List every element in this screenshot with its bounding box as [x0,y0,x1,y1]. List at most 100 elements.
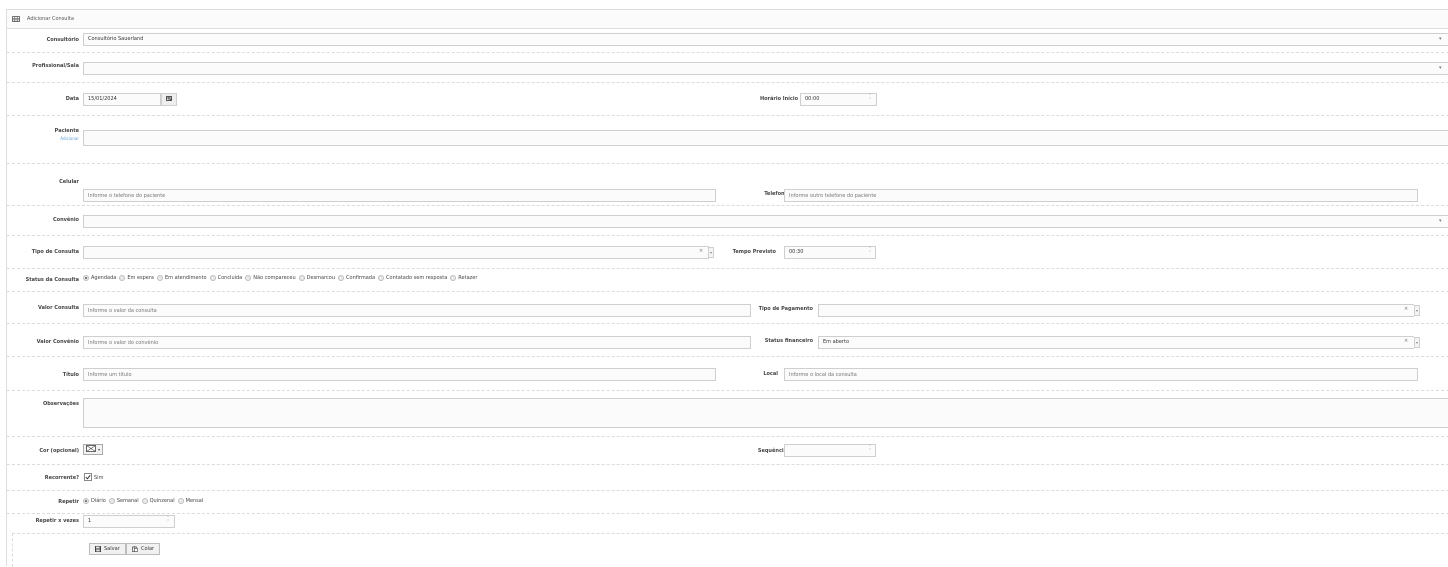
chevron-down-icon: ▾ [1439,218,1442,224]
add-consultation-panel: Adicionar Consulta Consultório Consultór… [6,9,1448,567]
tipo-pagamento-label: Tipo de Pagamento [758,306,813,312]
status-radio-desmarcou[interactable] [298,275,305,281]
tipo-consulta-label: Tipo de Consulta [31,249,79,255]
data-input[interactable]: 15/01/2024 [83,93,161,106]
paste-button[interactable]: Colar [126,543,161,555]
status-financeiro-select[interactable]: Em aberto [818,336,1414,349]
valor-consulta-input[interactable] [83,304,751,317]
valor-convenio-label: Valor Convênio [36,339,79,345]
status-financeiro-label: Status financeiro [764,338,813,344]
horario-inicio-input[interactable]: 00:00 [800,93,877,106]
valor-convenio-input[interactable] [83,336,751,349]
paste-button-label: Colar [141,546,155,552]
repetir-vezes-input[interactable]: 1 [83,515,175,528]
chevron-down-icon: ▾ [1439,65,1442,71]
status-radio-agendada[interactable] [83,275,89,281]
row-repetir: Repetir Diário Semanal Quinzenal Mensal [7,491,1448,514]
color-picker-icon [86,445,96,454]
row-recorrente: Recorrente? Sim [7,465,1448,491]
save-button[interactable]: Salvar [89,543,126,555]
recorrente-checkbox[interactable] [84,473,92,481]
tipo-consulta-select[interactable] [83,246,709,259]
chevron-down-icon: ▾ [1439,36,1442,42]
status-consulta-options: Agendada Em espera Em atendimento Conclu… [83,275,480,281]
row-data-horario: Data 15/01/2024 Horário Início 00:00 ˄ ˅ [7,83,1448,116]
status-option-label: Retazer [458,275,478,281]
status-radio-em-espera[interactable] [119,275,126,281]
repetir-radio-semanal[interactable] [108,498,115,504]
sequencia-input[interactable] [784,444,876,457]
tipo-pagamento-dropdown-button[interactable]: ▾ [1414,305,1420,316]
panel-header: Adicionar Consulta [7,10,1448,29]
row-repetir-vezes: Repetir x vezes 1 ˄ ˅ [7,514,1448,533]
convenio-select[interactable] [83,215,1448,228]
valor-consulta-label: Valor Consulta [37,305,79,311]
sequencia-spinner[interactable]: ˄ ˅ [869,445,873,453]
row-valor-pagamento: Valor Consulta Tipo de Pagamento × ▾ [7,292,1448,324]
paciente-input[interactable] [83,130,1448,146]
tempo-previsto-label: Tempo Previsto [732,249,776,255]
status-financeiro-dropdown-button[interactable]: ▾ [1414,337,1420,348]
repetir-radio-diario[interactable] [83,498,89,504]
status-option-label: Em espera [127,275,154,281]
tempo-previsto-input[interactable]: 00:30 [784,246,876,259]
recorrente-label: Recorrente? [44,475,79,481]
celular-input[interactable] [83,189,716,202]
local-label: Local [763,371,778,377]
save-button-label: Salvar [104,546,120,552]
repetir-option-label: Diário [91,498,106,504]
tipo-pagamento-select[interactable] [818,304,1414,317]
sequencia-label: Sequência [757,448,787,454]
titulo-input[interactable] [83,368,716,381]
row-status-consulta: Status da Consulta Agendada Em espera Em… [7,269,1448,292]
status-radio-retazer[interactable] [450,275,457,281]
status-radio-nao-compareceu[interactable] [245,275,252,281]
repetir-vezes-spinner[interactable]: ˄ ˅ [167,516,171,524]
horario-inicio-spinner[interactable]: ˄ ˅ [869,94,873,102]
panel-title: Adicionar Consulta [27,16,74,22]
tempo-previsto-spinner[interactable]: ˄ ˅ [869,247,873,255]
row-convenio: Convênio ▾ [7,206,1448,236]
table-icon [12,16,20,22]
consultorio-label: Consultório [46,37,79,43]
clear-icon[interactable]: × [1404,338,1408,344]
calendar-icon [166,96,172,103]
calendar-button[interactable] [161,93,177,106]
status-radio-em-atendimento[interactable] [157,275,163,281]
color-picker-button[interactable]: ▾ [83,444,103,455]
data-label: Data [65,96,79,102]
row-paciente: Paciente Adicionar [7,116,1448,164]
row-profissional: Profissional/Sala ▾ [7,53,1448,83]
tipo-consulta-dropdown-button[interactable]: ▾ [708,247,714,258]
row-cor-sequencia: Cor (opcional) ▾ Sequência ˄ ˅ [7,437,1448,465]
recorrente-option-label: Sim [94,475,104,481]
status-option-label: Confirmada [346,275,376,281]
profissional-select[interactable] [83,62,1448,75]
status-option-label: Agendada [91,275,117,281]
clear-icon[interactable]: × [699,248,703,254]
check-icon [85,474,91,480]
repetir-options: Diário Semanal Quinzenal Mensal [83,498,206,504]
cor-label: Cor (opcional) [39,448,79,454]
repetir-option-label: Mensal [185,498,204,504]
paste-icon [132,546,138,552]
status-option-label: Concluída [217,275,243,281]
adicionar-paciente-link[interactable]: Adicionar [60,136,79,141]
clear-icon[interactable]: × [1404,306,1408,312]
local-input[interactable] [784,368,1418,381]
consultorio-select[interactable]: Consultório Sauerland [83,33,1448,46]
telefone-input[interactable] [784,189,1418,202]
status-radio-concluida[interactable] [209,275,216,281]
repetir-label: Repetir [58,499,79,505]
celular-label: Celular [59,179,79,185]
repetir-radio-mensal[interactable] [177,498,184,504]
repetir-radio-quinzenal[interactable] [141,498,148,504]
titulo-label: Título [62,372,79,378]
row-celular-telefone: Celular Telefone [7,164,1448,206]
repetir-vezes-label: Repetir x vezes [35,518,79,524]
row-titulo-local: Título Local [7,357,1448,391]
observacoes-textarea[interactable] [83,398,1448,428]
status-radio-contatado-sem-resposta[interactable] [378,275,385,281]
status-radio-confirmada[interactable] [338,275,345,281]
observacoes-label: Observações [42,401,79,407]
